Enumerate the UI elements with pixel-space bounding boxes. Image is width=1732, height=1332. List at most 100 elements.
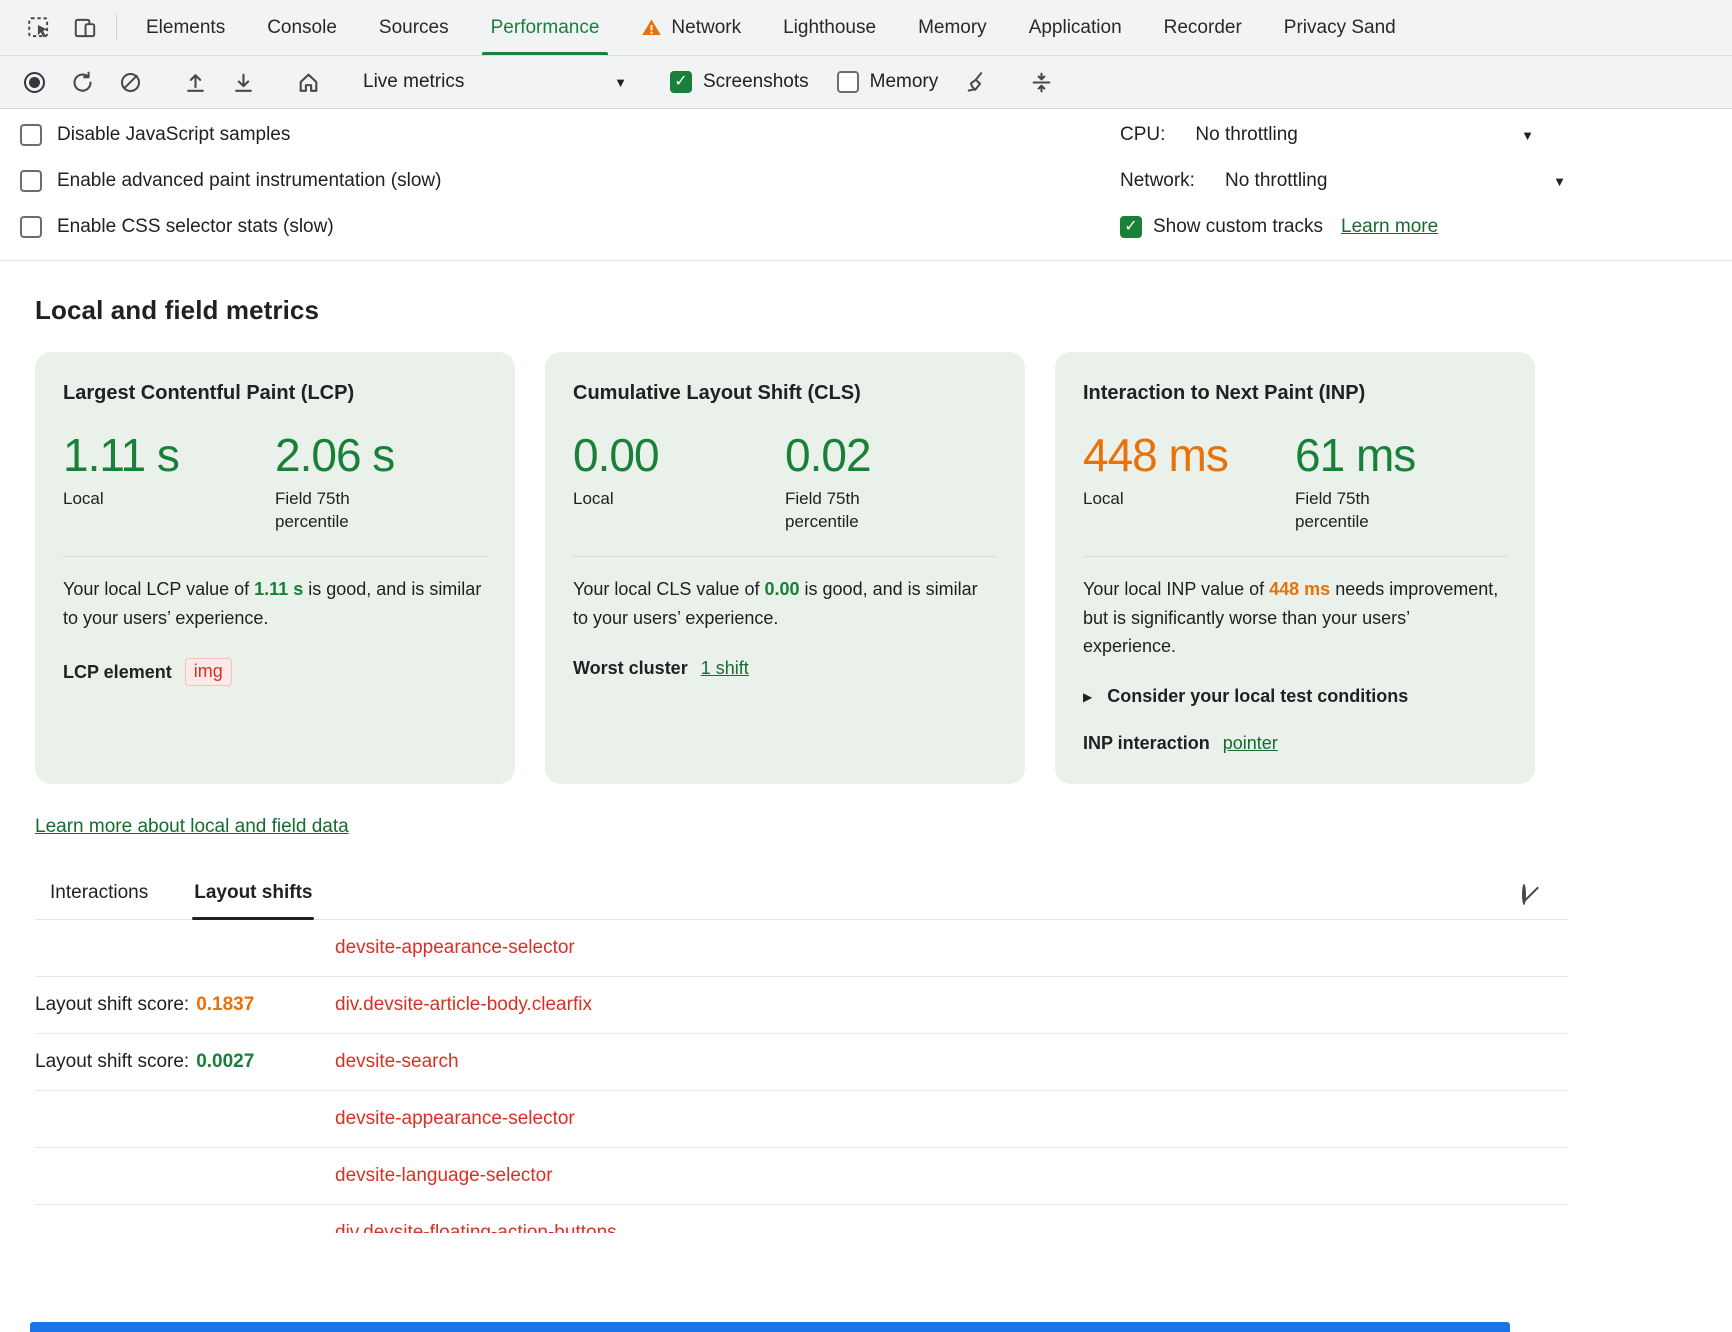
table-row[interactable]: Layout shift score:0.0027 devsite-search bbox=[35, 1034, 1568, 1091]
layout-shifts-table: devsite-appearance-selector Layout shift… bbox=[35, 920, 1568, 1233]
record-icon bbox=[24, 72, 45, 93]
tab-label: Console bbox=[267, 17, 337, 39]
clear-icon[interactable] bbox=[106, 62, 154, 102]
element-link[interactable]: div.devsite-floating-action-buttons bbox=[335, 1222, 617, 1233]
table-row[interactable]: devsite-language-selector bbox=[35, 1148, 1568, 1205]
card-divider bbox=[1083, 556, 1507, 557]
learn-more-field-data-link[interactable]: Learn more about local and field data bbox=[35, 816, 349, 838]
card-divider bbox=[573, 556, 997, 557]
tab-label: Privacy Sand bbox=[1284, 17, 1396, 39]
tab-application[interactable]: Application bbox=[1008, 0, 1143, 55]
element-link[interactable]: devsite-search bbox=[335, 1051, 459, 1073]
device-toolbar-icon[interactable] bbox=[62, 0, 108, 55]
network-value: No throttling bbox=[1225, 170, 1327, 192]
cpu-throttle-select[interactable]: CPU: No throttling ▼ bbox=[1120, 112, 1568, 158]
table-row[interactable]: div.devsite-floating-action-buttons bbox=[35, 1205, 1568, 1233]
expand-arrow-icon: ▶ bbox=[1083, 690, 1092, 704]
tab-performance[interactable]: Performance bbox=[470, 0, 621, 55]
lcp-element-badge[interactable]: img bbox=[185, 658, 232, 686]
lcp-description: Your local LCP value of 1.11 s is good, … bbox=[63, 575, 487, 632]
shift-score-cell: Layout shift score:0.1837 bbox=[35, 994, 335, 1016]
checkbox-unchecked-icon bbox=[20, 170, 42, 192]
checkbox-unchecked-icon bbox=[20, 216, 42, 238]
card-title: Largest Contentful Paint (LCP) bbox=[63, 382, 487, 405]
show-custom-tracks-checkbox[interactable]: ✓ Show custom tracks bbox=[1120, 216, 1323, 238]
element-link[interactable]: devsite-appearance-selector bbox=[335, 1108, 575, 1130]
cls-description: Your local CLS value of 0.00 is good, an… bbox=[573, 575, 997, 632]
tab-console[interactable]: Console bbox=[246, 0, 358, 55]
checkbox-checked-icon: ✓ bbox=[670, 71, 692, 93]
warning-icon bbox=[641, 17, 662, 38]
shift-score-cell bbox=[35, 1165, 335, 1187]
tab-interactions[interactable]: Interactions bbox=[50, 882, 148, 904]
lcp-element-label: LCP element bbox=[63, 662, 172, 683]
element-link[interactable]: devsite-language-selector bbox=[335, 1165, 553, 1187]
shift-score-cell bbox=[35, 937, 335, 959]
table-row[interactable]: Layout shift score:0.1837 div.devsite-ar… bbox=[35, 977, 1568, 1034]
element-link[interactable]: devsite-appearance-selector bbox=[335, 937, 575, 959]
tab-layout-shifts[interactable]: Layout shifts bbox=[194, 882, 312, 904]
garbage-collect-brush-icon[interactable] bbox=[952, 62, 1000, 102]
download-profile-icon[interactable] bbox=[219, 62, 267, 102]
table-row[interactable]: devsite-appearance-selector bbox=[35, 920, 1568, 977]
card-divider bbox=[63, 556, 487, 557]
record-button[interactable] bbox=[10, 62, 58, 102]
network-throttle-select[interactable]: Network: No throttling ▼ bbox=[1120, 158, 1568, 204]
capture-settings: Disable JavaScript samples Enable advanc… bbox=[0, 109, 1732, 261]
panel-tabs: Elements Console Sources Performance Net… bbox=[125, 0, 1417, 55]
inp-values: 448 ms Local 61 ms Field 75th percentile bbox=[1083, 431, 1507, 534]
lcp-field-value: 2.06 s bbox=[275, 431, 487, 479]
tab-network[interactable]: Network bbox=[620, 0, 762, 55]
memory-checkbox[interactable]: Memory bbox=[837, 71, 939, 93]
lcp-element-row: LCP element img bbox=[63, 658, 487, 686]
home-icon[interactable] bbox=[284, 62, 332, 102]
network-label: Network: bbox=[1120, 170, 1195, 192]
lcp-local-value: 1.11 s bbox=[63, 431, 275, 479]
tab-label: Network bbox=[671, 17, 741, 39]
show-custom-tracks-label: Show custom tracks bbox=[1153, 216, 1323, 238]
tab-label: Lighthouse bbox=[783, 17, 876, 39]
tab-lighthouse[interactable]: Lighthouse bbox=[762, 0, 897, 55]
tab-label: Recorder bbox=[1164, 17, 1242, 39]
screenshots-label: Screenshots bbox=[703, 71, 809, 93]
inp-interaction-link[interactable]: pointer bbox=[1223, 733, 1278, 754]
block-icon bbox=[1522, 884, 1526, 905]
shift-score-cell bbox=[35, 1108, 335, 1130]
tab-memory[interactable]: Memory bbox=[897, 0, 1008, 55]
inspect-element-icon[interactable] bbox=[16, 0, 62, 55]
clear-log-icon[interactable] bbox=[1522, 886, 1526, 904]
inp-description: Your local INP value of 448 ms needs imp… bbox=[1083, 575, 1507, 660]
collapse-panel-icon[interactable] bbox=[1017, 62, 1065, 102]
tab-privacy-sandbox[interactable]: Privacy Sand bbox=[1263, 0, 1417, 55]
card-title: Interaction to Next Paint (INP) bbox=[1083, 382, 1507, 405]
upload-profile-icon[interactable] bbox=[171, 62, 219, 102]
lcp-card: Largest Contentful Paint (LCP) 1.11 s Lo… bbox=[35, 352, 515, 784]
worst-cluster-row: Worst cluster 1 shift bbox=[573, 658, 997, 679]
local-label: Local bbox=[1083, 488, 1203, 511]
field-label: Field 75th percentile bbox=[785, 488, 905, 534]
local-test-conditions-expander[interactable]: ▶ Consider your local test conditions bbox=[1083, 686, 1507, 707]
tab-sources[interactable]: Sources bbox=[358, 0, 470, 55]
tab-recorder[interactable]: Recorder bbox=[1143, 0, 1263, 55]
table-row[interactable]: devsite-appearance-selector bbox=[35, 1091, 1568, 1148]
memory-label: Memory bbox=[870, 71, 939, 93]
selection-scrollbar[interactable] bbox=[30, 1322, 1510, 1332]
field-label: Field 75th percentile bbox=[275, 488, 395, 534]
worst-cluster-label: Worst cluster bbox=[573, 658, 688, 679]
shift-score-cell bbox=[35, 1222, 335, 1233]
cpu-value: No throttling bbox=[1195, 124, 1297, 146]
element-link[interactable]: div.devsite-article-body.clearfix bbox=[335, 994, 592, 1016]
inp-interaction-label: INP interaction bbox=[1083, 733, 1210, 754]
tab-elements[interactable]: Elements bbox=[125, 0, 246, 55]
setting-label: Enable advanced paint instrumentation (s… bbox=[57, 170, 441, 192]
checkbox-checked-icon: ✓ bbox=[1120, 216, 1142, 238]
chevron-down-icon: ▼ bbox=[614, 75, 627, 90]
reload-and-record-icon[interactable] bbox=[58, 62, 106, 102]
log-tabbar: Interactions Layout shifts bbox=[35, 882, 1568, 920]
screenshots-checkbox[interactable]: ✓ Screenshots bbox=[670, 71, 809, 93]
cls-field-value: 0.02 bbox=[785, 431, 997, 479]
learn-more-link[interactable]: Learn more bbox=[1341, 216, 1438, 238]
live-metrics-select[interactable]: Live metrics ▼ bbox=[349, 62, 639, 102]
tab-label: Performance bbox=[491, 17, 600, 39]
worst-cluster-link[interactable]: 1 shift bbox=[701, 658, 749, 679]
